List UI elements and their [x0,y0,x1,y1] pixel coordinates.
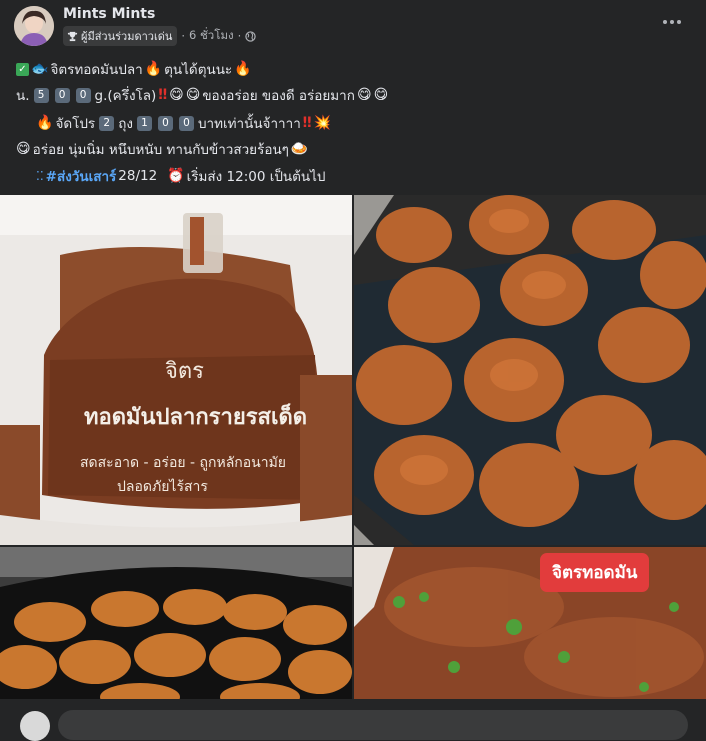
package-line-2: สดสะอาด - อร่อย - ถูกหลักอนามัย [80,455,287,471]
post-text: g.(ครึ่งโล) [94,88,157,104]
alarm-clock-icon: ⏰ [167,168,185,184]
keycap-digit: 0 [178,115,194,131]
trophy-icon [67,31,78,41]
keycap-digit: 5 [33,87,49,103]
smiling-face-icon: 😋 [169,87,184,103]
badge-label: ผู้มีส่วนร่วมดาวเด่น [81,30,173,43]
keycap-digit: 0 [75,87,91,103]
post-text-line-1: ✓ 🐟 จิตรทอดมันปลา 🔥 ตุนได้ตุนนะ 🔥 [16,58,252,80]
commenter-avatar[interactable] [20,711,50,741]
fire-icon: 🔥 [36,115,54,131]
meta-separator: · [181,29,186,43]
post-text: ของอร่อย ของดี อร่อยมาก [202,88,355,104]
author-name[interactable]: Mints Mints [63,6,155,22]
post-time[interactable]: 6 ชั่วโมง [189,27,234,45]
keycap-digit: 0 [157,115,173,131]
comment-input[interactable] [58,710,688,740]
smiling-face-icon: 😋 [16,141,31,157]
photo-frying[interactable] [354,195,706,545]
photo-label-overlay: จิตรทอดมัน [540,553,650,592]
collision-icon: 💥 [313,115,332,131]
curry-plate-icon: 🍛 [290,141,309,157]
package-line-1: ทอดมันปลากรายรสเด็ด [84,405,308,430]
smiling-face-icon: 😋 [373,87,389,103]
fish-icon: 🐟 [31,61,49,77]
check-mark-icon: ✓ [16,62,29,76]
post-text: ตุนได้ตุนนะ [164,62,233,78]
post-text: จัดโปร [55,116,96,132]
smiling-face-icon: 😋 [185,87,201,103]
post-text: จิตรทอดมันปลา [50,62,143,78]
post-meta: ผู้มีส่วนร่วมดาวเด่น · 6 ชั่วโมง · [63,26,256,46]
author-avatar[interactable] [14,6,54,46]
more-options-button[interactable] [660,12,684,32]
fire-icon: 🔥 [144,61,163,77]
post-text-line-3: 🔥 จัดโปร 2 ถุง 1 0 0 บาทเท่านั้นจ้าาาา ‼… [36,112,331,134]
post-text-line-5: ⁚⁚ #ส่งวันเสาร์ 28/12 ⏰ เริ่มส่ง 12:00 เ… [36,165,325,187]
sparkle-icon: ⁚⁚ [36,169,44,183]
photo-paste[interactable]: จิตรทอดมัน [354,547,706,699]
fire-icon: 🔥 [234,61,252,77]
keycap-digit: 1 [136,115,152,131]
hashtag-link[interactable]: #ส่งวันเสาร์ [46,165,117,187]
double-exclamation-icon: ‼ [158,87,168,103]
meta-separator: · [237,29,242,43]
post-text: น. [16,88,30,104]
smiling-face-icon: 😋 [356,87,372,103]
post-text: อร่อย นุ่มนิ่ม หนึบหนับ ทานกับข้าวสวยร้อ… [32,142,289,158]
post-text: ถุง [118,116,133,132]
post-text: 28/12 [118,168,158,184]
post-text: บาทเท่านั้นจ้าาาา [197,116,301,132]
keycap-digit: 2 [99,115,115,131]
double-exclamation-icon: ‼ [302,115,312,131]
package-brand: จิตร [165,359,204,384]
photo-pan[interactable] [0,547,352,699]
package-line-3: ปลอดภัยไร้สาร [117,479,208,495]
post-text-line-2: น. 5 0 0 g.(ครึ่งโล) ‼ 😋 😋 ของอร่อย ของด… [16,84,388,106]
keycap-digit: 0 [54,87,70,103]
feed-post: Mints Mints ผู้มีส่วนร่วมดาวเด่น · 6 ชั่… [0,0,706,741]
photo-package[interactable]: จิตร ทอดมันปลากรายรสเด็ด สดสะอาด - อร่อย… [0,195,352,545]
top-fan-badge[interactable]: ผู้มีส่วนร่วมดาวเด่น [63,26,178,46]
post-text-line-4: 😋 อร่อย นุ่มนิ่ม หนึบหนับ ทานกับข้าวสวยร… [16,138,308,160]
globe-icon [245,30,256,42]
post-text: เริ่มส่ง 12:00 เป็นต้นไป [186,169,326,185]
